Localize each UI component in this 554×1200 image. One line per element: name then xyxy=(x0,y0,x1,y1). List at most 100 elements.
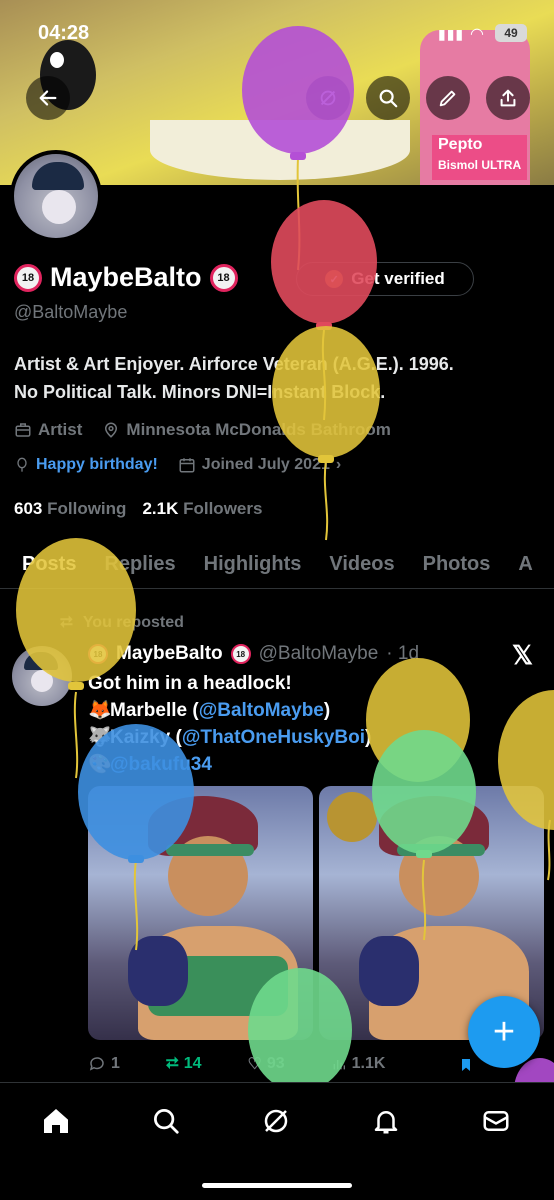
fox-emoji-icon: 🦊 xyxy=(88,700,112,721)
tab-posts[interactable]: Posts xyxy=(22,553,76,576)
search-button[interactable] xyxy=(366,76,410,120)
edit-button[interactable] xyxy=(426,76,470,120)
following-link[interactable]: 603 Following xyxy=(14,499,126,519)
post-header: 18 MaybeBalto 18 @BaltoMaybe · 1d xyxy=(88,643,419,665)
post-line-text: Kaizky ( xyxy=(110,727,182,748)
calendar-icon xyxy=(179,458,195,473)
status-time: 04:28 xyxy=(38,22,90,44)
balloon-icon xyxy=(17,457,27,472)
profile-meta: Artist Minnesota McDonalds Bathroom xyxy=(14,420,391,440)
no-under-18-icon: 18 xyxy=(14,263,42,292)
mention-link[interactable]: @BaltoMaybe xyxy=(199,700,324,721)
figure-headband xyxy=(397,844,485,856)
post-author-handle[interactable]: @BaltoMaybe xyxy=(259,643,379,665)
post-avatar[interactable] xyxy=(12,646,72,706)
grok-button[interactable] xyxy=(306,76,350,120)
post-author-name[interactable]: MaybeBalto xyxy=(116,643,223,665)
avatar-cap xyxy=(32,162,84,190)
status-bar: 04:28 ▮▮▮ ◠ 49 xyxy=(0,18,554,48)
nav-messages[interactable] xyxy=(476,1101,516,1141)
signal-icon: ▮▮▮ xyxy=(438,26,465,42)
profile-bio: Artist & Art Enjoyer. Airforce Veteran (… xyxy=(14,350,544,406)
profile-location: Minnesota McDonalds Bathroom xyxy=(102,420,391,440)
home-indicator xyxy=(202,1183,352,1188)
repost-button[interactable]: ⮂ 14 xyxy=(166,1055,202,1073)
no-under-18-icon: 18 xyxy=(209,263,238,292)
grok-icon xyxy=(264,1109,288,1133)
category-label: Artist xyxy=(38,420,83,439)
pepto-label-line2: Bismol ULTRA xyxy=(438,158,522,172)
following-label: Following xyxy=(47,499,127,518)
post-image[interactable] xyxy=(88,786,313,1040)
birthday-link[interactable]: Happy birthday! xyxy=(36,456,158,474)
home-icon xyxy=(44,1109,68,1133)
like-button[interactable]: ♡ 93 xyxy=(248,1054,285,1074)
nav-home[interactable] xyxy=(36,1101,76,1141)
mention-link[interactable]: @ThatOneHuskyBoi xyxy=(182,727,365,748)
get-verified-button[interactable]: ✓ Get verified xyxy=(296,262,474,296)
tab-highlights[interactable]: Highlights xyxy=(204,553,302,576)
pepto-label-line1: Pepto xyxy=(438,136,483,153)
like-count: 93 xyxy=(266,1055,285,1072)
plush-mouth xyxy=(150,120,410,180)
pencil-icon xyxy=(439,90,456,107)
post-line-text: ) xyxy=(365,727,372,748)
follow-stats: 603 Following 2.1K Followers xyxy=(14,499,262,519)
followers-label: Followers xyxy=(183,499,263,518)
back-button[interactable] xyxy=(26,76,70,120)
no-under-18-icon: 18 xyxy=(88,644,108,664)
tab-replies[interactable]: Replies xyxy=(104,553,175,576)
nav-search[interactable] xyxy=(146,1101,186,1141)
nav-notifications[interactable] xyxy=(366,1101,406,1141)
plus-icon: + xyxy=(492,1010,516,1053)
search-icon xyxy=(154,1109,179,1134)
profile-tabs: Posts Replies Highlights Videos Photos A xyxy=(0,540,554,588)
no-under-18-icon: 18 xyxy=(230,644,251,664)
figure-small xyxy=(128,936,188,1006)
bio-line: No Political Talk. Minors DNI=Instant Bl… xyxy=(14,382,386,402)
briefcase-icon xyxy=(15,423,31,437)
profile-meta-2: Happy birthday! Joined July 2021 › xyxy=(14,456,341,474)
nav-grok[interactable] xyxy=(256,1101,296,1141)
repost-label: You reposted xyxy=(82,614,184,631)
post-time: · 1d xyxy=(386,643,420,664)
repost-icon: ⮂ xyxy=(60,614,73,631)
location-label: Minnesota McDonalds Bathroom xyxy=(126,420,391,439)
get-verified-label: Get verified xyxy=(351,269,445,288)
wifi-icon: ◠ xyxy=(470,26,484,43)
share-icon xyxy=(500,89,516,107)
share-button[interactable] xyxy=(486,76,530,120)
verified-badge-icon: ✓ xyxy=(325,270,344,288)
balloon-knot xyxy=(316,322,332,330)
battery-icon: 49 xyxy=(495,24,527,42)
profile-joined[interactable]: Joined July 2021 › xyxy=(178,456,341,474)
art-emoji-icon: 🎨 xyxy=(88,754,112,775)
joined-label: Joined July 2021 xyxy=(201,456,330,473)
views-icon xyxy=(333,1060,345,1070)
heart-icon: ♡ xyxy=(247,1056,262,1073)
balloon-yellow xyxy=(366,658,470,782)
mention-link[interactable]: @bakufu34 xyxy=(110,754,212,775)
post-line: 🦊Marbelle (@BaltoMaybe) xyxy=(88,697,371,724)
avatar-face xyxy=(31,670,53,692)
tab-photos[interactable]: Photos xyxy=(423,553,491,576)
post-line: 🎨@bakufu34 xyxy=(88,751,371,778)
reply-button[interactable]: 1 xyxy=(88,1055,120,1073)
compose-post-button[interactable]: + xyxy=(468,996,540,1068)
views-button[interactable]: 1.1K xyxy=(331,1055,385,1073)
post-actions: 1 ⮂ 14 ♡ 93 1.1K xyxy=(88,1054,385,1074)
bell-icon xyxy=(374,1111,398,1134)
tab-articles[interactable]: A xyxy=(518,553,532,576)
profile-birthday[interactable]: Happy birthday! xyxy=(14,456,158,474)
tab-videos[interactable]: Videos xyxy=(329,553,394,576)
bookmark-icon[interactable] xyxy=(458,1056,474,1079)
post-line: 🐺Kaizky (@ThatOneHuskyBoi) xyxy=(88,724,371,751)
followers-link[interactable]: 2.1K Followers xyxy=(142,499,262,519)
balloon-string xyxy=(547,819,551,881)
post-line-text: ) xyxy=(323,700,331,721)
dog-emoji-icon: 🐺 xyxy=(88,727,112,748)
mail-icon xyxy=(483,1111,509,1131)
profile-avatar[interactable] xyxy=(10,150,102,242)
avatar-face xyxy=(42,190,76,224)
profile-name-row: 18 MaybeBalto 18 xyxy=(14,262,238,293)
